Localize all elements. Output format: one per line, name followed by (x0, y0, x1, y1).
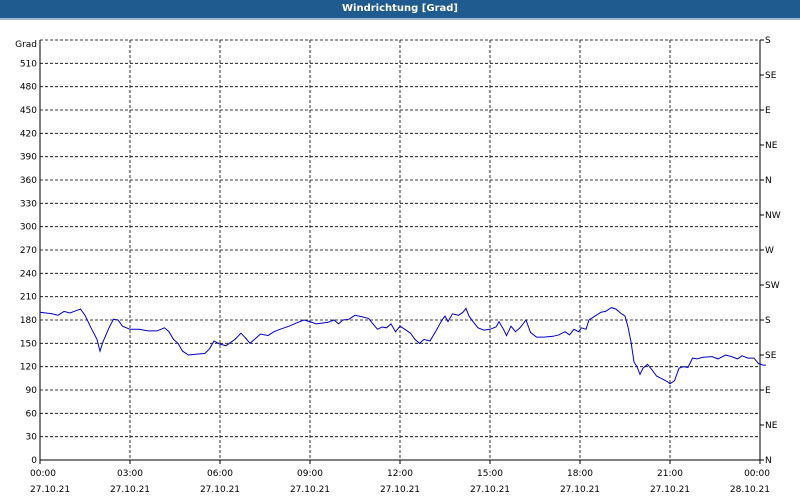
y-tick-label: 30 (26, 433, 38, 443)
x-tick-date: 27.10.21 (470, 485, 510, 495)
compass-label: W (765, 246, 774, 256)
y-tick-label: 210 (20, 293, 37, 303)
compass-label: E (765, 386, 771, 396)
compass-label: NE (765, 421, 778, 431)
x-tick-date: 27.10.21 (290, 485, 330, 495)
y-tick-label: 300 (20, 223, 37, 233)
line-chart: 0 30 60 90 120 150 180 210 240 270 300 330 360 390 420… (15, 36, 781, 495)
y-tick-label: 90 (26, 386, 38, 396)
x-tick-time: 00:00 (744, 469, 770, 479)
y-tick-label: 360 (20, 176, 37, 186)
x-tick-time: 06:00 (207, 469, 233, 479)
x-tick-date: 28.10.21 (730, 485, 770, 495)
wind-direction-line (39, 307, 766, 385)
x-tick-time: 00:00 (30, 469, 56, 479)
compass-label: SW (765, 281, 780, 291)
y-tick-label: 240 (20, 269, 37, 279)
compass-label: E (765, 106, 771, 116)
y-tick-label: 510 (20, 59, 37, 69)
compass-label: SE (765, 71, 777, 81)
compass-label: N (765, 176, 772, 186)
x-tick-date: 27.10.21 (650, 485, 690, 495)
compass-label: NW (765, 211, 781, 221)
y-tick-label: 450 (20, 106, 37, 116)
x-tick-time: 15:00 (477, 469, 503, 479)
compass-label: S (765, 316, 771, 326)
axes (39, 39, 764, 464)
x-tick-time: 21:00 (657, 469, 683, 479)
y-tick-label: 0 (31, 456, 37, 466)
y-tick-label: 330 (20, 199, 37, 209)
compass-label: S (765, 36, 771, 46)
compass-label: SE (765, 351, 777, 361)
x-tick-time: 09:00 (297, 469, 323, 479)
y-tick-label: 60 (26, 409, 38, 419)
y-tick-label: 120 (20, 363, 37, 373)
x-tick-date: 27.10.21 (110, 485, 150, 495)
x-tick-date: 27.10.21 (380, 485, 420, 495)
grid (40, 39, 760, 460)
x-tick-time: 12:00 (387, 469, 413, 479)
y-tick-label: 420 (20, 129, 37, 139)
y-axis-label: Grad (15, 40, 37, 50)
x-tick-time: 03:00 (117, 469, 143, 479)
y-tick-label: 270 (20, 246, 37, 256)
series-layer (39, 307, 766, 385)
x-tick-date: 27.10.21 (560, 485, 600, 495)
compass-label: N (765, 456, 772, 466)
compass-label: NE (765, 141, 778, 151)
x-tick-date: 27.10.21 (30, 485, 70, 495)
x-tick-time: 18:00 (567, 469, 593, 479)
x-tick-date: 27.10.21 (200, 485, 240, 495)
y-tick-label: 180 (20, 316, 37, 326)
y-tick-label: 150 (20, 339, 37, 349)
y-tick-label: 480 (20, 83, 37, 93)
y-tick-label: 390 (20, 153, 37, 163)
